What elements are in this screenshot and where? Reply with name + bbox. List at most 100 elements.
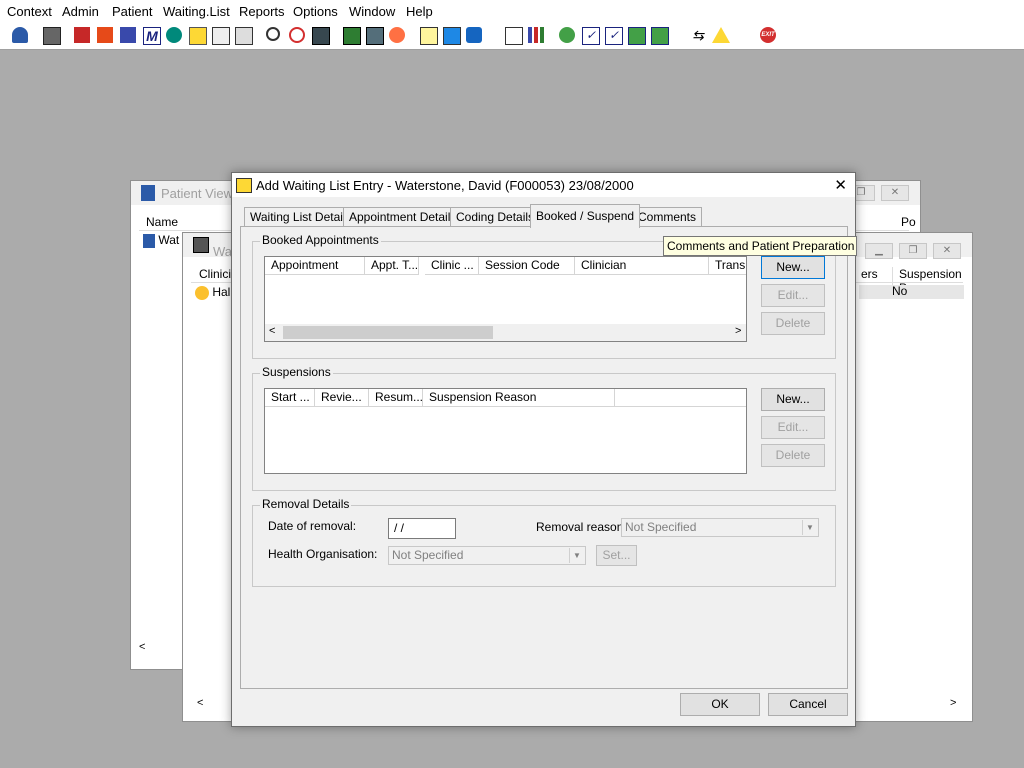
removal-reason-select[interactable]: Not Specified ▼ (621, 518, 819, 537)
patient-icon[interactable] (10, 25, 30, 45)
col-blank (615, 389, 746, 407)
suspensions-label: Suspensions (260, 365, 333, 379)
exit-icon[interactable]: EXIT (758, 25, 778, 45)
download-icon[interactable] (626, 25, 646, 45)
clock-icon[interactable] (287, 25, 307, 45)
list-icon[interactable] (118, 25, 138, 45)
notepad-icon[interactable] (418, 25, 438, 45)
chart-icon[interactable] (526, 25, 546, 45)
globe-icon[interactable] (557, 25, 577, 45)
horizontal-scrollbar[interactable]: < > (265, 324, 746, 341)
removal-reason-value: Not Specified (625, 520, 697, 534)
tab-appointment-details[interactable]: Appointment Details (343, 207, 463, 227)
close-icon[interactable]: ✕ (834, 176, 847, 194)
col-name: Name (146, 215, 179, 229)
col-session-code[interactable]: Session Code (479, 257, 575, 275)
scroll-right-arrow[interactable]: > (950, 697, 956, 709)
switch-icon[interactable]: ⇆ (688, 25, 708, 45)
dialog-titlebar: Add Waiting List Entry - Waterstone, Dav… (232, 173, 855, 197)
doctor-icon[interactable] (164, 25, 184, 45)
suspensions-new-button[interactable]: New... (761, 388, 825, 411)
transport-icon[interactable] (464, 25, 484, 45)
booked-appointments-label: Booked Appointments (260, 233, 381, 247)
check-icon[interactable]: ✓ (580, 25, 600, 45)
health-organisation-select[interactable]: Not Specified ▼ (388, 546, 586, 565)
menu-window[interactable]: Window (349, 4, 395, 19)
minimize-button[interactable]: ▁ (865, 243, 893, 259)
menu-bar: Context Admin Patient Waiting.List Repor… (0, 0, 1024, 22)
toolbar: M ✓ ✓ ⇆ EXIT (0, 22, 1024, 50)
tab-coding-details[interactable]: Coding Details (450, 207, 541, 227)
scroll-left-arrow[interactable]: < (139, 641, 157, 659)
col-appointment[interactable]: Appointment (265, 257, 365, 275)
booked-edit-button[interactable]: Edit... (761, 284, 825, 307)
col-transport[interactable]: Transp (709, 257, 746, 275)
booked-new-button[interactable]: New... (761, 256, 825, 279)
col-clinician[interactable]: Clinician (575, 257, 709, 275)
suspensions-delete-button[interactable]: Delete (761, 444, 825, 467)
search-icon[interactable] (264, 25, 284, 45)
menu-waiting-list[interactable]: Waiting.List (163, 4, 230, 19)
chevron-down-icon[interactable]: ▼ (569, 548, 584, 563)
ambulance2-icon[interactable] (233, 25, 253, 45)
col-suspension-reason[interactable]: Suspension Reason (423, 389, 615, 407)
menu-options[interactable]: Options (293, 4, 338, 19)
tab-booked-suspend[interactable]: Booked / Suspend (530, 204, 641, 228)
suspension-value: No (892, 284, 908, 298)
menu-patient[interactable]: Patient (112, 4, 152, 19)
restore-button[interactable]: ❐ (899, 243, 927, 259)
scroll-left-arrow[interactable]: < (197, 697, 203, 709)
screen-icon[interactable] (341, 25, 361, 45)
card-icon[interactable] (364, 25, 384, 45)
swap-icon[interactable] (649, 25, 669, 45)
dialog-title: Add Waiting List Entry - Waterstone, Dav… (256, 178, 634, 193)
menu-help[interactable]: Help (406, 4, 433, 19)
document-icon[interactable] (503, 25, 523, 45)
menu-context[interactable]: Context (7, 4, 52, 19)
menu-admin[interactable]: Admin (62, 4, 99, 19)
scroll-left-arrow[interactable]: < (269, 325, 275, 337)
suspensions-edit-button[interactable]: Edit... (761, 416, 825, 439)
booked-delete-button[interactable]: Delete (761, 312, 825, 335)
ok-button[interactable]: OK (680, 693, 760, 716)
tab-waiting-list-details[interactable]: Waiting List Details (244, 207, 358, 227)
menu-reports[interactable]: Reports (239, 4, 285, 19)
dial-icon[interactable] (387, 25, 407, 45)
date-of-removal-label: Date of removal: (268, 519, 357, 533)
col-resume[interactable]: Resum... (369, 389, 423, 407)
close-button[interactable]: ✕ (881, 185, 909, 201)
col-po: Po (901, 215, 916, 229)
tab-comments[interactable]: Comments (632, 207, 703, 227)
edit-icon[interactable] (95, 25, 115, 45)
bed-icon[interactable] (441, 25, 461, 45)
col-start[interactable]: Start ... (265, 389, 315, 407)
warning-icon[interactable] (711, 25, 731, 45)
check2-icon[interactable]: ✓ (603, 25, 623, 45)
suspensions-list[interactable]: Start ... Revie... Resum... Suspension R… (264, 388, 747, 474)
booked-suspend-panel: Booked Appointments Appointment Appt. T.… (240, 226, 848, 689)
ambulance-icon[interactable] (210, 25, 230, 45)
booked-appointments-list[interactable]: Appointment Appt. T... Clinic ... Sessio… (264, 256, 747, 342)
set-button[interactable]: Set... (596, 545, 637, 566)
waiting-row[interactable]: Hal (195, 285, 230, 300)
scroll-right-arrow[interactable]: > (735, 325, 741, 337)
notepad-icon (193, 237, 209, 253)
monitor-icon[interactable] (310, 25, 330, 45)
col-appt-type[interactable]: Appt. T... (365, 257, 419, 275)
patient-view-title: Patient View (161, 186, 234, 201)
print-icon[interactable] (41, 25, 61, 45)
col-clinic[interactable]: Clinic ... (425, 257, 479, 275)
col-review[interactable]: Revie... (315, 389, 369, 407)
cancel-button[interactable]: Cancel (768, 693, 848, 716)
scroll-thumb[interactable] (283, 326, 493, 339)
chevron-down-icon[interactable]: ▼ (802, 520, 817, 535)
health-organisation-value: Not Specified (392, 548, 464, 562)
person-icon (143, 233, 155, 248)
m-icon[interactable]: M (141, 25, 161, 45)
notepad-icon (236, 178, 252, 193)
close-button[interactable]: ✕ (933, 243, 961, 259)
book-icon[interactable] (72, 25, 92, 45)
note-icon[interactable] (187, 25, 207, 45)
date-of-removal-field[interactable]: / / (388, 518, 456, 539)
patient-row[interactable]: Wat (143, 233, 179, 248)
